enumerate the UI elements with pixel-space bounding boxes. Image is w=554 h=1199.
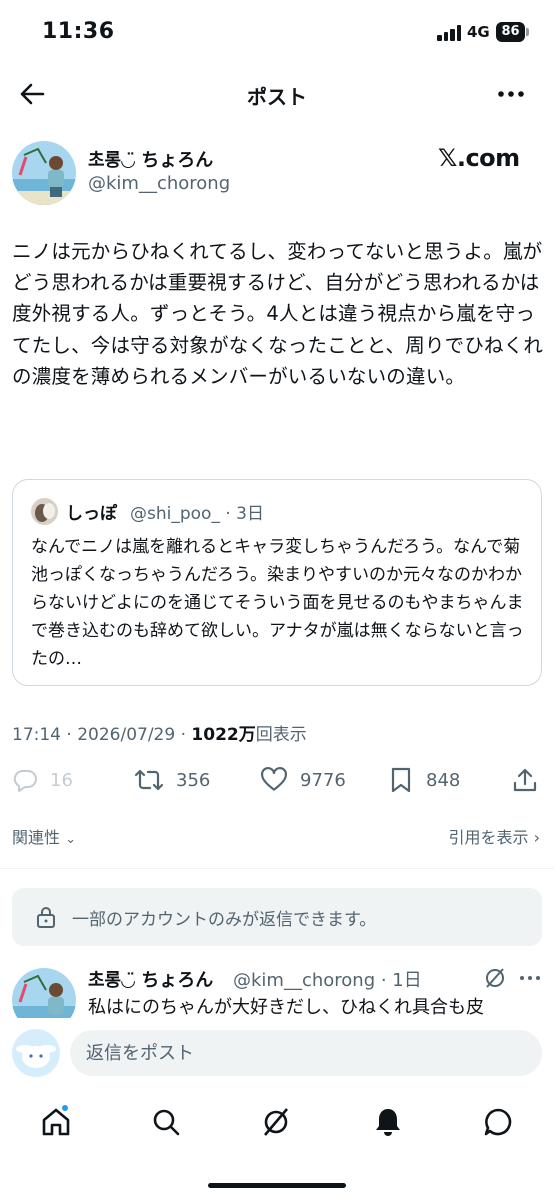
author-avatar[interactable]: [12, 141, 76, 205]
battery-level: 86: [501, 24, 520, 39]
reply-author-handle[interactable]: @kim__chorong · 1日: [233, 966, 422, 992]
like-button[interactable]: 9776: [260, 760, 346, 800]
battery-icon: 86: [496, 22, 525, 42]
heart-icon: [261, 767, 287, 791]
grok-icon: [264, 1108, 288, 1136]
avatar-image: [12, 141, 76, 205]
top-nav: ポスト: [0, 66, 554, 122]
my-avatar: [12, 1029, 60, 1077]
relevance-label: 関連性: [12, 828, 61, 847]
repost-button[interactable]: 356: [134, 760, 210, 800]
like-count: 9776: [300, 769, 346, 791]
views-label: 回表示: [255, 725, 307, 745]
post-timestamp: 17:14 · 2026/07/29 ·: [12, 725, 192, 745]
quote-author-name: しっぽ: [66, 504, 117, 524]
divider: [0, 868, 554, 869]
battery-tip: [526, 28, 529, 36]
tab-messages[interactable]: [482, 1106, 514, 1138]
network-type: 4G: [467, 23, 490, 41]
status-bar: 11:36 4G 86: [0, 0, 554, 66]
repost-icon: [134, 769, 164, 791]
bell-icon: [376, 1109, 400, 1136]
reply-author-name[interactable]: 초롱◡̈ ちょろん: [88, 966, 213, 992]
grok-icon[interactable]: [483, 966, 507, 990]
message-icon: [484, 1108, 512, 1136]
tab-search[interactable]: [150, 1106, 182, 1138]
bookmark-icon: [391, 767, 411, 793]
author-handle[interactable]: @kim__chorong: [88, 173, 230, 194]
reply-input[interactable]: [70, 1030, 542, 1076]
share-icon: [513, 768, 537, 792]
action-bar: 16 356 9776 848: [0, 760, 554, 800]
share-button[interactable]: [512, 760, 538, 800]
bookmark-button[interactable]: 848: [388, 760, 460, 800]
avatar-image: [31, 498, 58, 525]
avatar-image: [12, 1029, 60, 1077]
quoted-post[interactable]: しっぽ @shi_poo_ · 3日 なんでニノは嵐を離れるとキャラ変しちゃうん…: [12, 479, 542, 686]
status-time: 11:36: [42, 19, 115, 44]
x-logo: 𝕏.com: [438, 144, 520, 172]
relevance-sort[interactable]: 関連性 ⌄: [12, 824, 76, 848]
chevron-down-icon: ⌄: [65, 832, 77, 847]
quote-avatar: [31, 498, 58, 525]
tab-notifications[interactable]: [372, 1106, 404, 1138]
quote-author-handle: @shi_poo_ · 3日: [130, 504, 264, 524]
views-count: 1022万: [191, 725, 256, 745]
more-horizontal-icon: [498, 91, 524, 97]
quote-text: なんでニノは嵐を離れるとキャラ変しちゃうんだろう。なんで菊池っぽくなっちゃうんだ…: [31, 537, 524, 669]
view-quotes-link[interactable]: 引用を表示 ›: [448, 824, 540, 848]
unread-dot: [61, 1104, 69, 1112]
reply-icon: [13, 770, 37, 792]
cellular-signal-icon: [437, 25, 463, 41]
reply-more-icon[interactable]: [518, 966, 542, 990]
reply-text: 私はにのちゃんが大好きだし、ひねくれ具合も皮: [88, 997, 484, 1018]
view-quotes-label: 引用を表示: [448, 828, 529, 847]
page-title: ポスト: [247, 85, 307, 109]
home-indicator: [208, 1183, 346, 1188]
repost-count: 356: [176, 769, 211, 791]
tab-grok[interactable]: [260, 1106, 292, 1138]
lock-icon: [37, 907, 55, 928]
more-button[interactable]: [496, 80, 526, 108]
author-name[interactable]: 초롱◡̈ ちょろん: [88, 146, 213, 172]
restriction-text: 一部のアカウントのみが返信できます。: [72, 910, 377, 930]
reply-button[interactable]: 16: [12, 760, 73, 800]
tab-home[interactable]: [40, 1104, 72, 1138]
reply-restriction-notice: 一部のアカウントのみが返信できます。: [12, 888, 542, 946]
reply-composer: [0, 1018, 554, 1088]
bottom-tab-bar: [0, 1092, 554, 1152]
post-meta: 17:14 · 2026/07/29 · 1022万回表示: [12, 720, 307, 745]
post-text: ニノは元からひねくれてるし、変わってないと思うよ。嵐がどう思われるかは重要視する…: [12, 240, 544, 388]
reply-count: 16: [50, 769, 73, 791]
chevron-right-icon: ›: [533, 828, 540, 847]
bookmark-count: 848: [426, 769, 461, 791]
search-icon: [153, 1109, 180, 1136]
